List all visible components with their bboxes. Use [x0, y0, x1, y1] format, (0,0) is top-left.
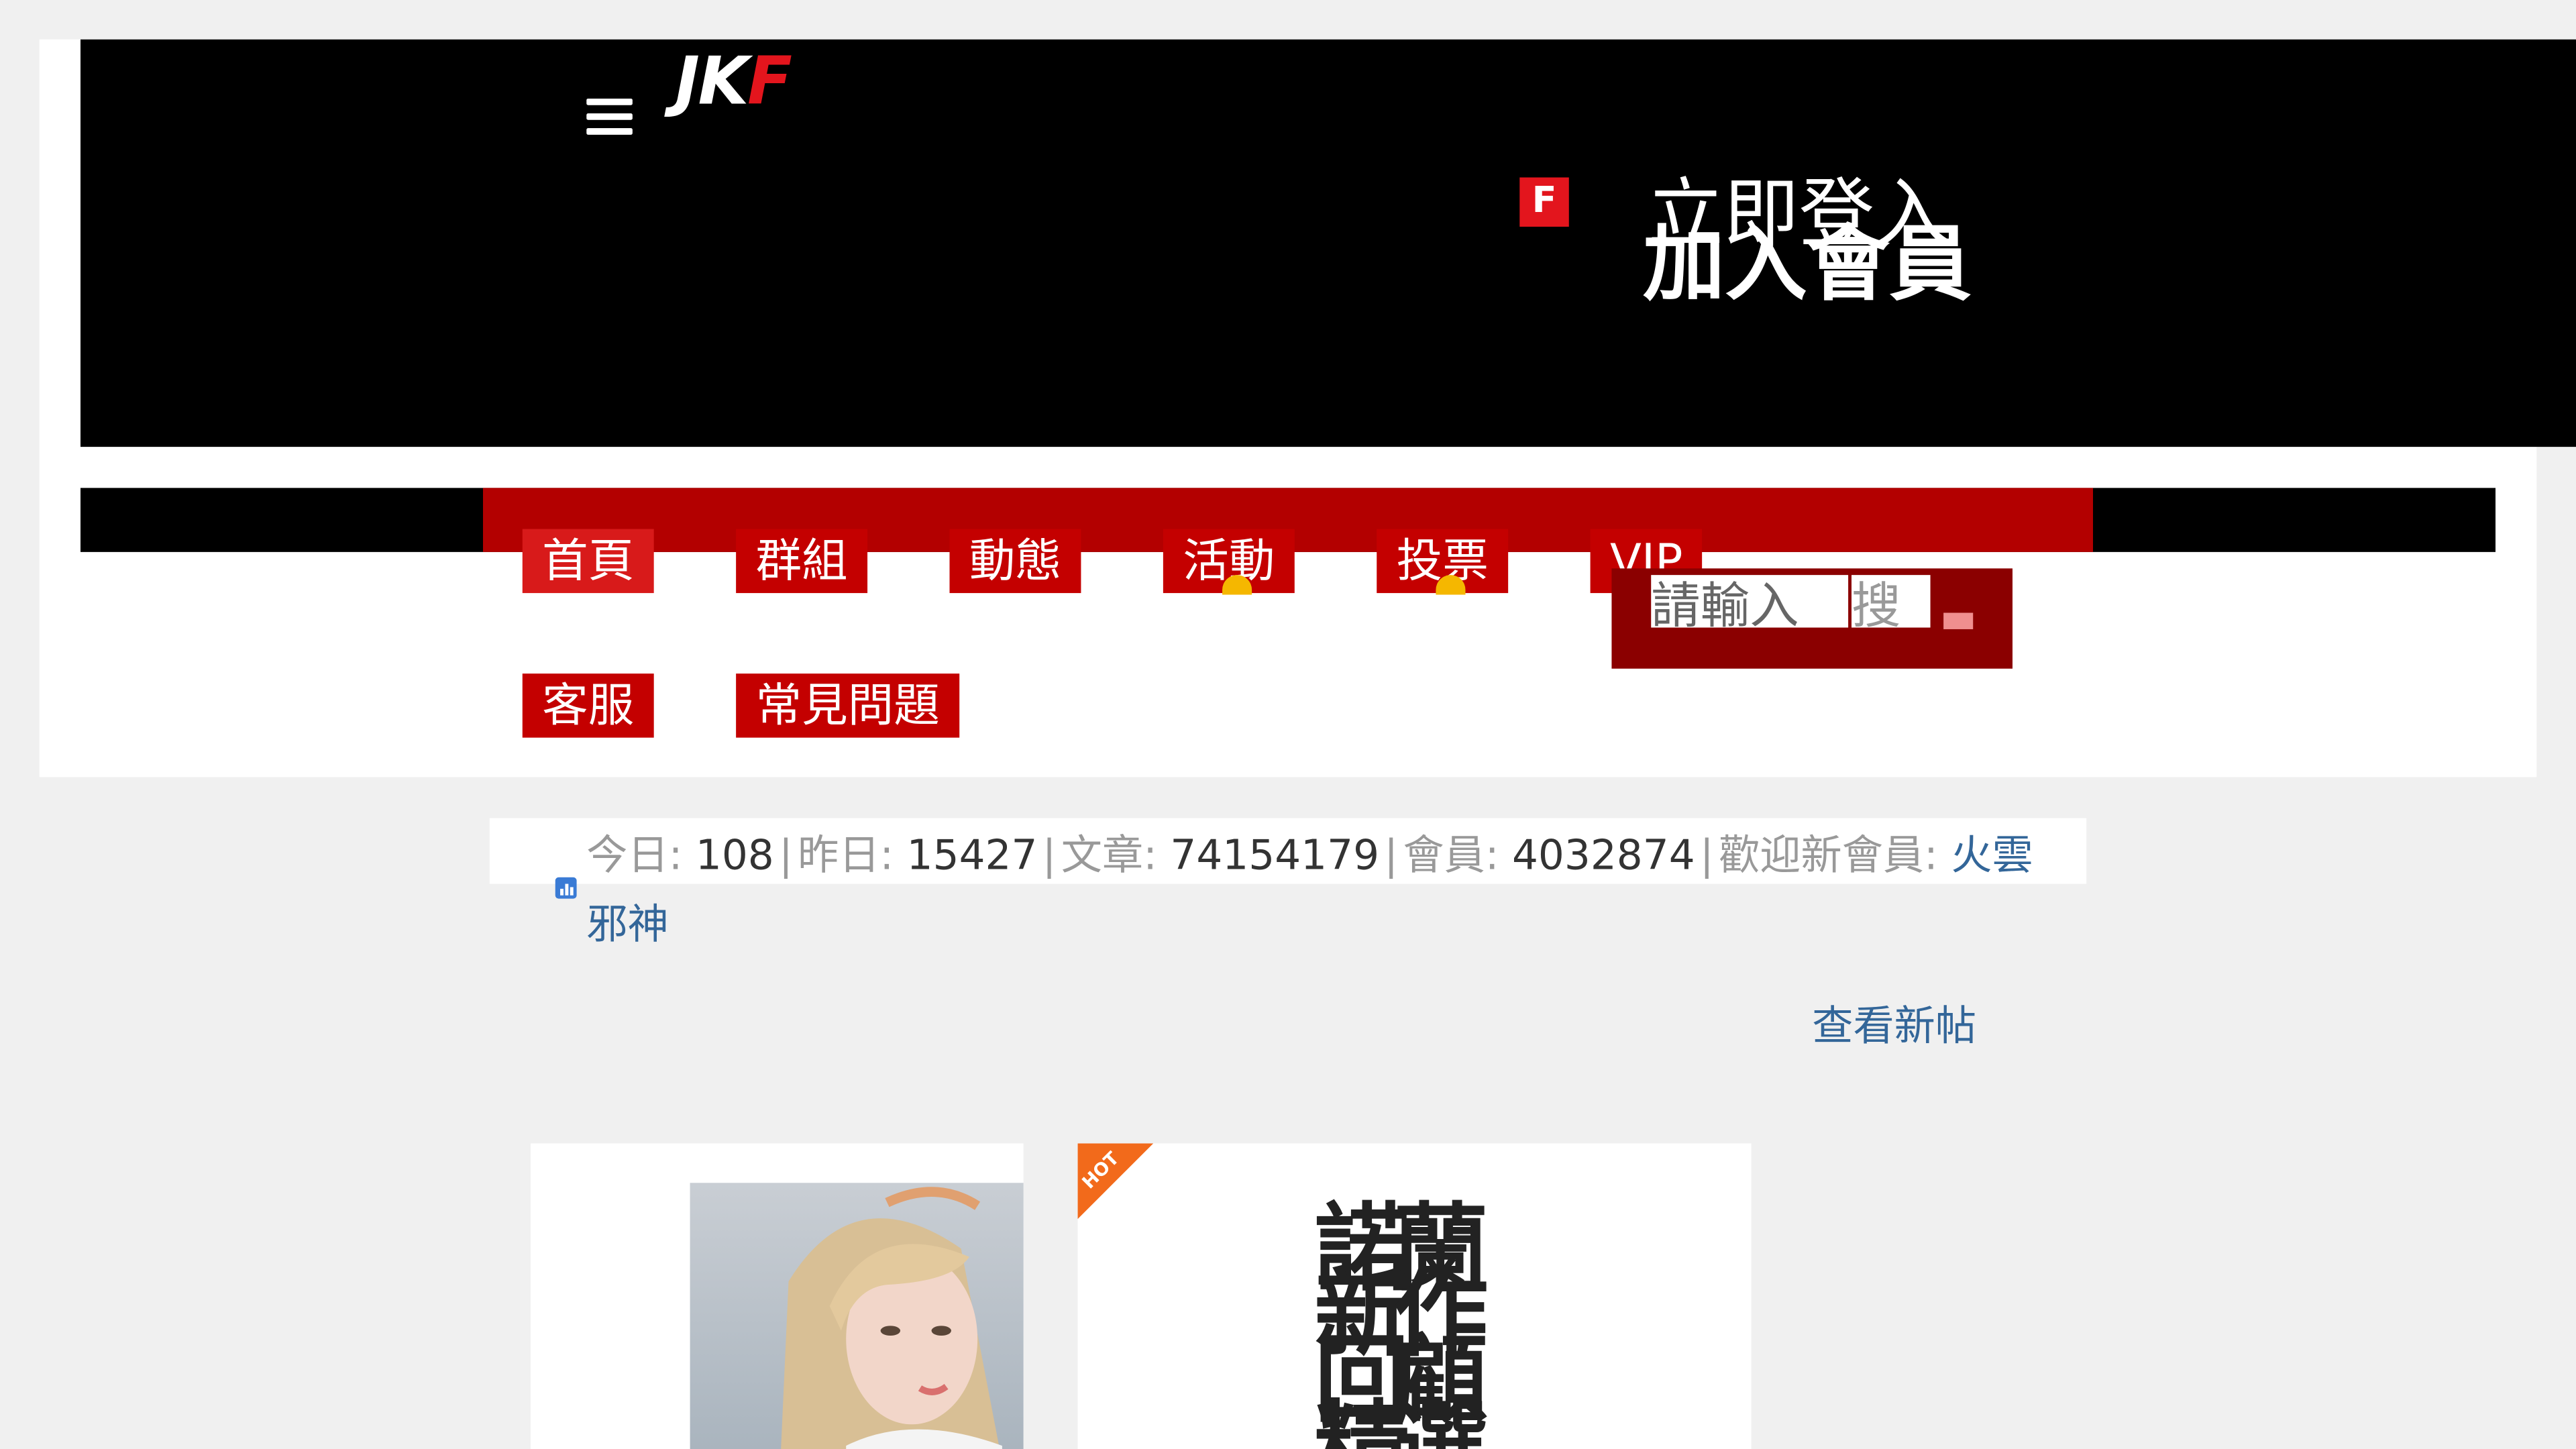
facebook-icon[interactable]: F — [1519, 177, 1569, 227]
view-new-posts-link[interactable]: 查看新帖 — [1812, 999, 1976, 1055]
top-header-bar — [80, 39, 2576, 447]
stat-yesterday-label: 昨日: — [798, 831, 894, 879]
nav-faq[interactable]: 常見問題 — [736, 674, 960, 738]
stat-today-value: 108 — [695, 831, 774, 879]
stat-separator: | — [1384, 831, 1399, 879]
hot-post-title[interactable]: 諾蘭新作回顧精選 — [1314, 1201, 1511, 1449]
menu-icon-bar — [586, 98, 633, 105]
search-input[interactable]: 請輸入 — [1651, 575, 1849, 628]
nav-support[interactable]: 客服 — [522, 674, 654, 738]
stat-today-label: 今日: — [586, 831, 683, 879]
post-thumbnail[interactable] — [690, 1183, 1024, 1449]
portrait-image — [690, 1183, 1024, 1449]
stats-chart-icon — [555, 877, 577, 899]
hot-ribbon: HOT — [1077, 1143, 1154, 1220]
join-member-link[interactable]: 加入會員 — [1643, 217, 1972, 312]
stat-yesterday-value: 15427 — [906, 831, 1038, 879]
stat-separator: | — [779, 831, 793, 879]
stat-members-label: 會員: — [1403, 831, 1499, 879]
site-stats: 今日: 108 | 昨日: 15427 | 文章: 74154179 | 會員: 40328… — [586, 821, 2065, 959]
search-submit-icon[interactable] — [1943, 612, 1974, 629]
menu-icon-bar — [586, 128, 633, 135]
stat-separator: | — [1700, 831, 1714, 879]
site-logo[interactable]: JKF — [676, 49, 792, 115]
search-button[interactable]: 搜 — [1851, 575, 1931, 628]
logo-accent: F — [747, 44, 792, 120]
stat-members-value: 4032874 — [1511, 831, 1695, 879]
menu-icon-bar — [586, 113, 633, 120]
stat-posts-label: 文章: — [1061, 831, 1157, 879]
stat-posts-value: 74154179 — [1170, 831, 1380, 879]
page: JKF F 立即登入 加入會員 首頁 群組 動態 活動 投票 VIP 請輸入 搜… — [0, 0, 2576, 1449]
stat-separator: | — [1042, 831, 1057, 879]
logo-text: JK — [675, 44, 749, 120]
menu-icon[interactable] — [586, 98, 633, 138]
nav-groups[interactable]: 群組 — [736, 529, 868, 594]
stat-welcome-label: 歡迎新會員: — [1719, 831, 1938, 879]
nav-home[interactable]: 首頁 — [522, 529, 654, 594]
nav-feed[interactable]: 動態 — [949, 529, 1081, 594]
